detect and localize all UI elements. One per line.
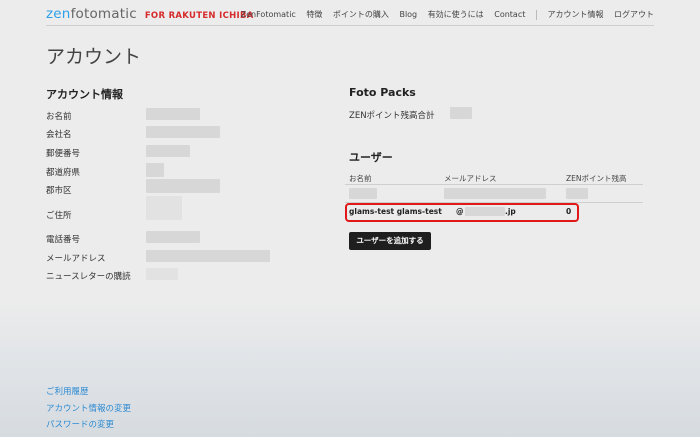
label-phone: 電話番号 [46, 235, 81, 245]
nav-features[interactable]: 特徴 [306, 10, 322, 19]
nav-blog[interactable]: Blog [399, 10, 417, 19]
logo-fotomatic: fotomatic [70, 6, 137, 22]
label-address: ご住所 [46, 211, 72, 221]
site-header: zenfotomatic FOR RAKUTEN ICHIBA ZenFotoma… [46, 0, 654, 28]
value-city-redacted [146, 179, 220, 193]
user-name: glams-test glams-test [349, 207, 442, 216]
value-email-redacted [146, 250, 270, 262]
row1-name-redacted [349, 188, 377, 199]
nav-logout[interactable]: ログアウト [614, 10, 654, 19]
footer-link-change-password[interactable]: パスワードの変更 [46, 418, 114, 430]
value-prefecture-redacted [146, 163, 164, 177]
row1-email-redacted [444, 188, 546, 199]
site-logo[interactable]: zenfotomatic FOR RAKUTEN ICHIBA [46, 6, 254, 22]
page-title: アカウント [46, 46, 142, 68]
label-newsletter: ニュースレターの購読 [46, 272, 131, 282]
nav-divider [535, 9, 537, 20]
account-info-title: アカウント情報 [46, 88, 123, 101]
value-address-redacted [146, 196, 182, 220]
label-city: 郡市区 [46, 186, 72, 196]
foto-packs-title: Foto Packs [349, 86, 416, 99]
col-header-points: ZENポイント残高 [566, 174, 627, 183]
value-name-redacted [146, 108, 200, 120]
label-company: 会社名 [46, 130, 72, 140]
nav-tips[interactable]: 有効に使うには [428, 10, 484, 19]
user-email-at: @ [456, 207, 464, 216]
zen-points-total-redacted [450, 107, 472, 119]
main-nav: ZenFotomatic 特徴 ポイントの購入 Blog 有効に使うには Con… [233, 9, 654, 20]
label-prefecture: 都道府県 [46, 168, 81, 178]
label-postal-code: 郵便番号 [46, 149, 81, 159]
value-phone-redacted [146, 231, 200, 243]
label-email: メールアドレス [46, 254, 106, 264]
user-points: 0 [566, 207, 572, 216]
users-title: ユーザー [349, 151, 393, 164]
header-divider [46, 25, 654, 26]
value-newsletter-redacted [146, 268, 178, 280]
footer-link-history[interactable]: ご利用履歴 [46, 385, 89, 397]
zen-points-total-label: ZENポイント残高合計 [349, 111, 435, 121]
nav-contact[interactable]: Contact [494, 10, 525, 19]
value-postal-redacted [146, 145, 190, 157]
user-email-domain-redacted [465, 207, 505, 216]
logo-zen: zen [46, 6, 71, 22]
col-header-name: お名前 [349, 174, 372, 183]
table-header-divider [345, 184, 643, 185]
nav-account[interactable]: アカウント情報 [547, 10, 603, 19]
user-email-tld: .jp [505, 207, 516, 216]
nav-zenfotomatic[interactable]: ZenFotomatic [241, 10, 296, 19]
label-name: お名前 [46, 112, 72, 122]
row1-points-redacted [566, 188, 588, 199]
footer [0, 300, 700, 437]
nav-buy-points[interactable]: ポイントの購入 [333, 10, 389, 19]
col-header-email: メールアドレス [444, 174, 497, 183]
footer-link-edit-account[interactable]: アカウント情報の変更 [46, 402, 131, 414]
value-company-redacted [146, 126, 220, 138]
add-user-button[interactable]: ユーザーを追加する [349, 232, 431, 250]
